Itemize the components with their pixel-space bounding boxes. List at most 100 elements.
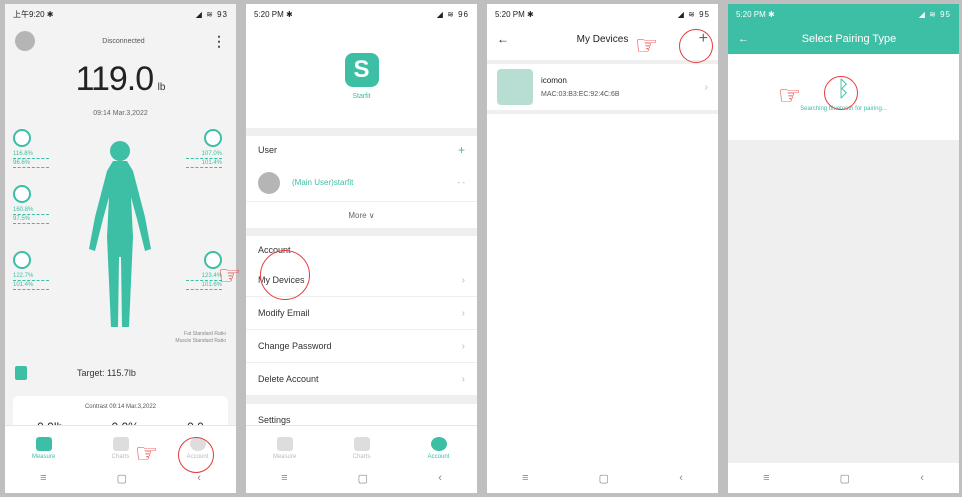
status-icons: ◢ ≋ 95 xyxy=(677,9,710,19)
divider xyxy=(246,228,477,236)
avatar xyxy=(258,171,280,194)
metric-trunk: 160.8% 97.5% xyxy=(13,185,49,224)
empty-area xyxy=(728,140,959,463)
home-icon xyxy=(35,437,52,451)
home-icon[interactable]: ▢ xyxy=(840,472,850,485)
chart-icon xyxy=(112,437,129,451)
connection-status: Disconnected xyxy=(102,37,145,45)
pairing-screen: 5:20 PM ✱ ◢ ≋ 95 ← Select Pairing Type ᛒ… xyxy=(728,4,959,493)
tab-label: Charts xyxy=(111,454,130,460)
ratio-legend: Fat Standard Ratio Muscle Standard Ratio xyxy=(175,331,226,345)
weight-value: 119.0 xyxy=(75,60,155,98)
weight-unit: lb xyxy=(157,82,166,93)
app-name: Starfit xyxy=(352,92,371,100)
avatar[interactable] xyxy=(15,31,35,51)
measure-date: 09:14 Mar.3,2022 xyxy=(93,110,148,117)
menu-icon[interactable]: ≡ xyxy=(763,472,769,484)
metric-muscle-value: 96.6% xyxy=(13,159,49,168)
highlight-circle xyxy=(260,250,310,300)
row-label: Settings xyxy=(258,415,291,425)
device-item[interactable]: icomon MAC:03:B3:EC:92:4C:6B › xyxy=(487,64,718,114)
menu-icon[interactable]: ≡ xyxy=(40,472,46,484)
tab-label: Account xyxy=(427,454,450,460)
legend-fat: Fat Standard Ratio xyxy=(184,331,226,337)
pointing-hand-icon: ☞ xyxy=(778,80,802,110)
tab-measure[interactable]: Measure xyxy=(14,437,74,460)
menu-icon[interactable]: ≡ xyxy=(522,472,528,484)
measure-header: Disconnected ⋮ xyxy=(5,24,236,58)
status-time: 5:20 PM ✱ xyxy=(495,9,534,19)
back-icon[interactable]: ‹ xyxy=(679,472,683,484)
status-icons: ◢ ≋ 96 xyxy=(436,9,469,19)
status-time: 上午9:20 ✱ xyxy=(13,9,54,19)
home-icon[interactable]: ▢ xyxy=(358,472,368,485)
scale-image xyxy=(497,69,533,105)
kebab-icon[interactable]: ⋮ xyxy=(212,33,226,50)
user-item[interactable]: (Main User)starfit - - xyxy=(246,164,477,202)
row-label: Delete Account xyxy=(258,374,319,384)
metric-right-leg: 123.4% 101.6% xyxy=(186,251,222,290)
tab-label: Measure xyxy=(272,454,297,460)
measure-screen: 上午9:20 ✱ ◢ ≋ 93 Disconnected ⋮ 119.0 lb … xyxy=(5,4,236,493)
metric-muscle-value: 97.5% xyxy=(13,215,49,224)
starfit-logo: S xyxy=(344,52,379,87)
chevron-right-icon: › xyxy=(704,81,708,93)
tab-label: Measure xyxy=(31,454,56,460)
account-icon xyxy=(430,437,447,451)
modify-email-row[interactable]: Modify Email › xyxy=(246,297,477,330)
target-icon xyxy=(15,366,27,380)
back-arrow-icon[interactable]: ← xyxy=(738,33,749,45)
back-arrow-icon[interactable]: ← xyxy=(497,32,517,46)
status-bar: 上午9:20 ✱ ◢ ≋ 93 xyxy=(5,4,236,24)
metric-muscle-value: 101.4% xyxy=(186,159,222,168)
chart-icon xyxy=(353,437,370,451)
status-time: 5:20 PM ✱ xyxy=(736,9,775,19)
body-figure xyxy=(89,141,151,327)
left-arm-icon xyxy=(13,129,31,147)
target-row[interactable]: Target: 115.7lb xyxy=(15,366,226,380)
metric-fat-value: 122.7% xyxy=(13,272,49,281)
metric-left-leg: 122.7% 101.4% xyxy=(13,251,49,290)
status-bar: 5:20 PM ✱ ◢ ≋ 95 xyxy=(728,4,959,24)
section-title: User xyxy=(258,145,278,155)
pointing-hand-icon: ☞ xyxy=(218,260,242,290)
metric-fat-value: 107.0% xyxy=(186,150,222,159)
title-bar: ← Select Pairing Type xyxy=(728,24,959,54)
status-bar: 5:20 PM ✱ ◢ ≋ 96 xyxy=(246,4,477,24)
status-icons: ◢ ≋ 93 xyxy=(195,9,228,19)
account-screen: 5:20 PM ✱ ◢ ≋ 96 S Starfit User + (Main … xyxy=(246,4,477,493)
back-icon[interactable]: ‹ xyxy=(920,472,924,484)
my-devices-screen: 5:20 PM ✱ ◢ ≋ 95 ← My Devices + icomon M… xyxy=(487,4,718,493)
metric-fat-value: 116.8% xyxy=(13,150,49,159)
row-label: Change Password xyxy=(258,341,332,351)
change-password-row[interactable]: Change Password › xyxy=(246,330,477,363)
delete-account-row[interactable]: Delete Account › xyxy=(246,363,477,396)
back-icon[interactable]: ‹ xyxy=(197,472,201,484)
back-icon[interactable]: ‹ xyxy=(438,472,442,484)
system-nav-bar: ≡ ▢ ‹ xyxy=(487,463,718,493)
metric-fat-value: 160.8% xyxy=(13,206,49,215)
chevron-right-icon: › xyxy=(461,274,465,286)
page-title: My Devices xyxy=(576,33,629,45)
metric-left-arm: 116.8% 96.6% xyxy=(13,129,49,168)
tab-measure[interactable]: Measure xyxy=(255,437,315,460)
device-mac: MAC:03:B3:EC:92:4C:6B xyxy=(541,91,620,98)
contrast-title: Contrast 09:14 Mar.3,2022 xyxy=(84,404,157,410)
device-info: icomon MAC:03:B3:EC:92:4C:6B xyxy=(541,76,705,98)
tab-account[interactable]: Account xyxy=(409,437,469,460)
menu-icon[interactable]: ≡ xyxy=(281,472,287,484)
tab-bar: Measure Charts Account xyxy=(246,425,477,463)
add-user-button[interactable]: + xyxy=(458,143,465,157)
weight-display: 119.0 lb xyxy=(5,60,236,100)
user-dash: - - xyxy=(457,178,465,187)
home-icon[interactable]: ▢ xyxy=(599,472,609,485)
tab-charts[interactable]: Charts xyxy=(332,437,392,460)
user-section-header: User + xyxy=(246,136,477,164)
metric-fat-value: 123.4% xyxy=(186,272,222,281)
highlight-circle xyxy=(824,76,858,110)
metric-right-arm: 107.0% 101.4% xyxy=(186,129,222,168)
metric-muscle-value: 101.4% xyxy=(13,281,49,290)
left-leg-icon xyxy=(13,251,31,269)
more-button[interactable]: More ∨ xyxy=(246,202,477,228)
home-icon[interactable]: ▢ xyxy=(117,472,127,485)
